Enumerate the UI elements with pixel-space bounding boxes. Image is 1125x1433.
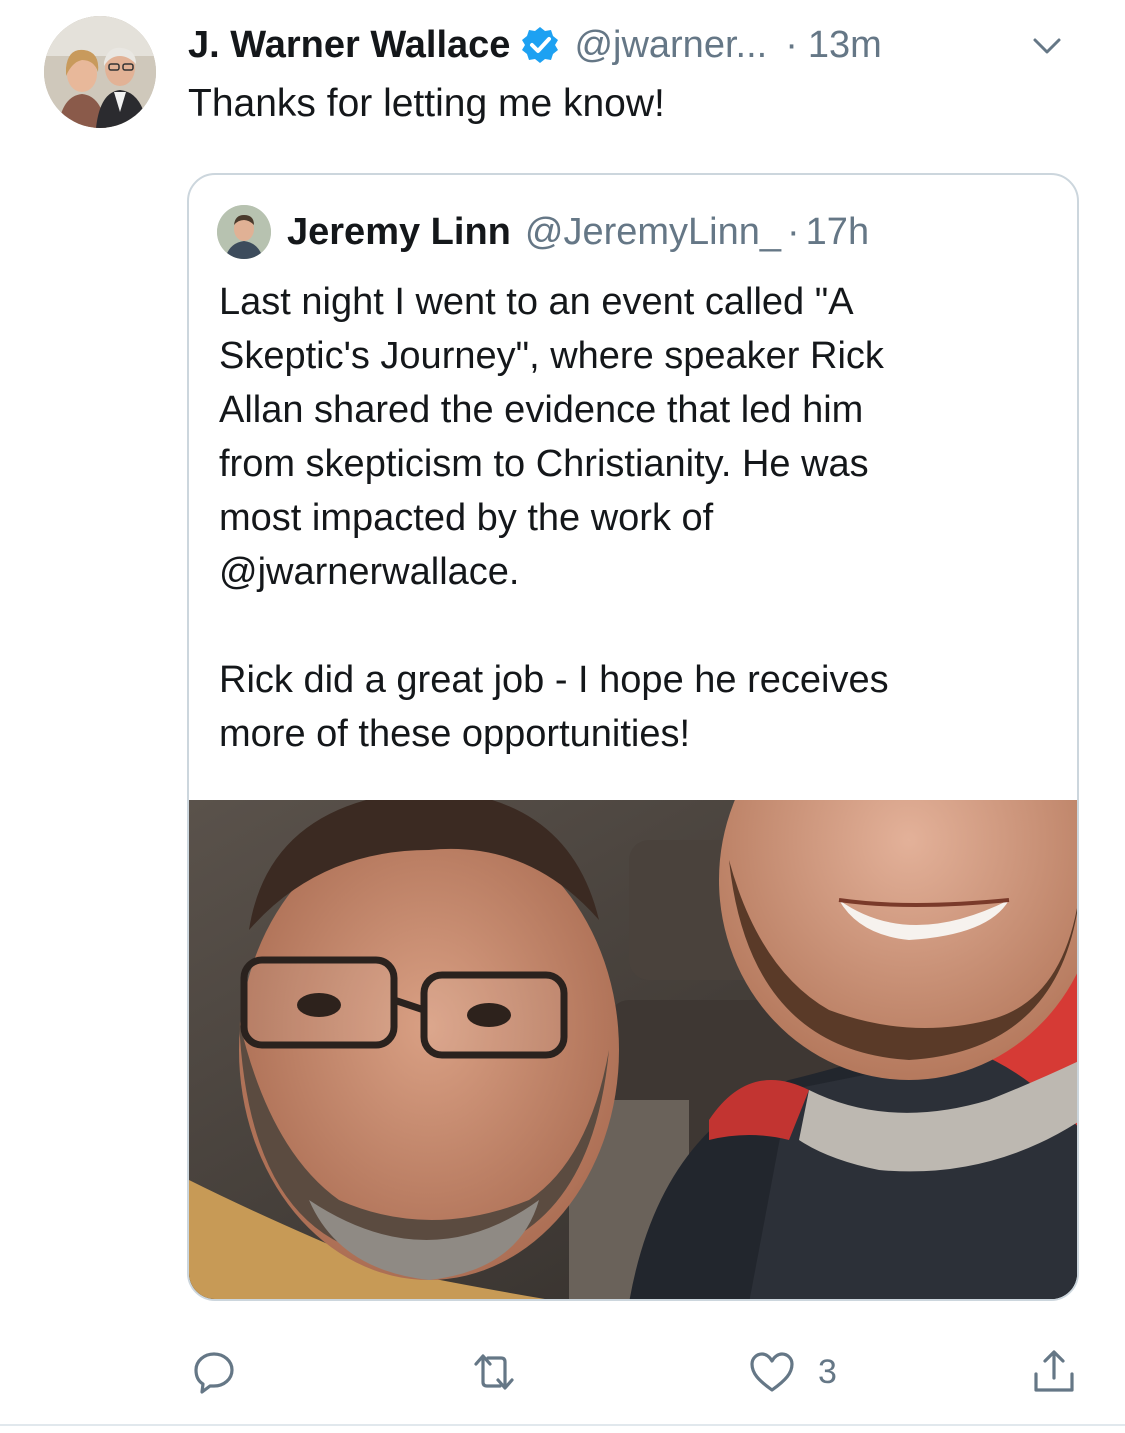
tweet-header: J. Warner Wallace @jwarner... · 13m [188,20,1085,70]
quoted-tweet-text: Last night I went to an event called "A … [219,275,1059,761]
tweet-actions: 3 [0,1340,1125,1404]
heart-icon [750,1352,794,1392]
quoted-tweet[interactable]: Jeremy Linn @JeremyLinn_ · 17h Last nigh… [187,173,1079,1301]
tweet-text: Thanks for letting me know! [188,82,665,125]
header-separator: · [785,23,798,66]
chevron-down-icon[interactable] [1029,28,1065,64]
selfie-photo-image [189,800,1077,1299]
quoted-paragraph: Rick did a great job - I hope he receive… [219,659,889,755]
quoted-tweet-photo[interactable] [189,800,1077,1299]
share-button[interactable] [1030,1340,1078,1404]
quoted-author-avatar[interactable] [217,205,271,259]
quoted-header-separator: · [787,210,800,253]
author-name[interactable]: J. Warner Wallace [188,24,510,67]
tweet[interactable]: J. Warner Wallace @jwarner... · 13m Than… [0,0,1125,1433]
like-count: 3 [818,1352,837,1391]
like-button[interactable]: 3 [748,1340,837,1404]
quoted-tweet-time[interactable]: 17h [806,211,869,254]
retweet-button[interactable] [470,1340,518,1404]
author-avatar[interactable] [44,16,156,128]
reply-button[interactable] [190,1340,238,1404]
quoted-paragraph: Last night I went to an event called "A … [219,281,884,593]
reply-icon [194,1352,234,1394]
retweet-icon [474,1354,514,1390]
author-avatar-image [44,16,156,128]
divider [0,1424,1125,1426]
quoted-author-name[interactable]: Jeremy Linn [287,211,511,254]
tweet-time[interactable]: 13m [808,24,882,67]
author-handle[interactable]: @jwarner... [574,24,767,67]
quoted-author-handle[interactable]: @JeremyLinn_ [525,211,781,254]
verified-badge-icon [520,25,560,65]
quoted-tweet-header: Jeremy Linn @JeremyLinn_ · 17h [217,205,869,259]
share-icon [1034,1350,1074,1392]
